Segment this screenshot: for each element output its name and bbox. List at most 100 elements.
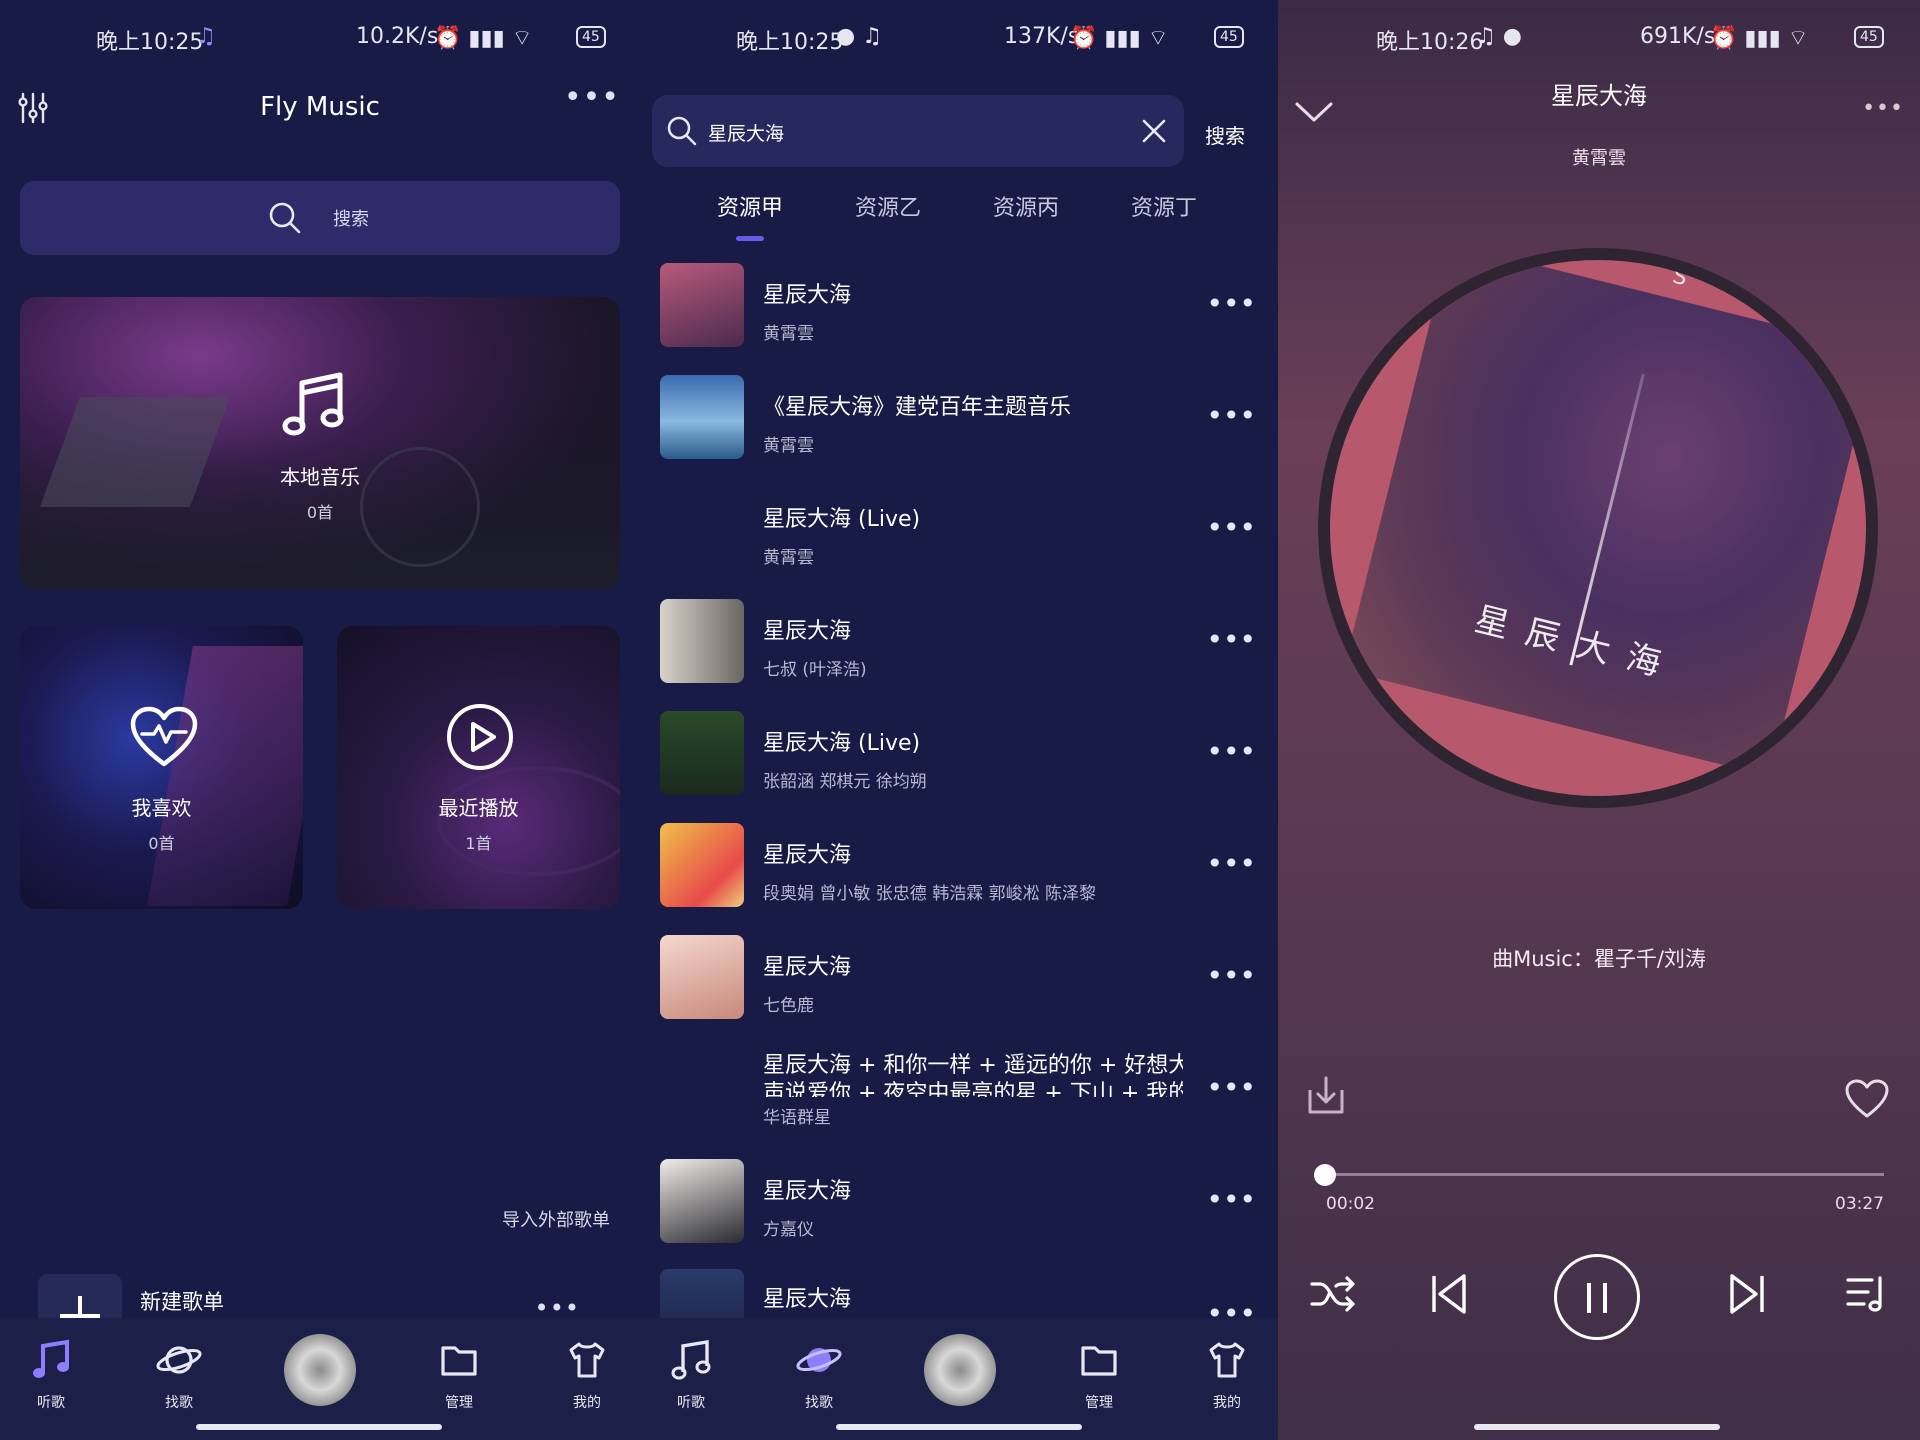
elapsed-time: 00:02 — [1326, 1194, 1375, 1214]
status-icons: ⏰ ▮▮▮ ⌔ — [1710, 26, 1809, 51]
list-item[interactable]: 星辰大海 + 和你一样 + 遥远的你 + 好想大 声说爱你 + 夜空中最亮的星 … — [640, 1047, 1278, 1159]
song-title: 星辰大海 — [763, 1179, 852, 1204]
nav-listen[interactable]: 听歌 — [646, 1338, 736, 1412]
song-title: 星辰大海 — [763, 843, 852, 868]
status-bar: 晚上10:25 ● ♫ 137K/s ⏰ ▮▮▮ ⌔ 45 — [640, 20, 1278, 56]
tab-source-b[interactable]: 资源乙 — [855, 190, 921, 222]
now-playing-disc[interactable] — [284, 1334, 356, 1406]
more-menu-icon[interactable]: ••• — [1862, 96, 1904, 121]
album-cover — [660, 1159, 744, 1243]
list-item[interactable]: 星辰大海 (Live) 张韶涵 郑棋元 徐均朔 ••• — [640, 711, 1278, 823]
progress-thumb[interactable] — [1313, 1164, 1336, 1186]
album-art-title: 星辰大海 — [1470, 599, 1683, 689]
tab-source-d[interactable]: 资源丁 — [1131, 190, 1197, 222]
list-item[interactable]: 星辰大海 七叔 (叶泽浩) ••• — [640, 599, 1278, 711]
play-circle-icon — [447, 704, 513, 770]
nav-discover[interactable]: 找歌 — [774, 1338, 864, 1412]
song-title: 星辰大海 — [763, 1287, 852, 1312]
pause-button[interactable] — [1554, 1254, 1640, 1340]
nav-listen-label: 听歌 — [37, 1395, 65, 1411]
heart-pulse-icon — [130, 706, 198, 767]
playlist-icon[interactable] — [1844, 1274, 1888, 1314]
nav-discover-label: 找歌 — [805, 1395, 833, 1411]
album-cover — [660, 711, 744, 795]
lyrics-credit: 曲Music：瞿子千/刘涛 — [1492, 947, 1706, 971]
list-item[interactable]: 星辰大海 段奥娟 曾小敏 张忠德 韩浩霖 郭峻凇 陈泽黎 ••• — [640, 823, 1278, 935]
nav-listen[interactable]: 听歌 — [6, 1338, 96, 1412]
battery-icon: 45 — [1854, 26, 1884, 48]
next-icon[interactable] — [1728, 1272, 1768, 1316]
more-icon[interactable]: ••• — [1206, 959, 1256, 992]
notification-icons: ♫ ● — [1476, 24, 1522, 49]
more-icon[interactable]: ••• — [1206, 399, 1256, 432]
tab-source-c[interactable]: 资源丙 — [993, 190, 1059, 222]
dj-mixer-image — [147, 646, 303, 906]
shuffle-icon[interactable] — [1308, 1272, 1356, 1316]
nav-listen-label: 听歌 — [677, 1395, 705, 1411]
search-bar[interactable]: 搜索 — [20, 181, 620, 255]
list-item[interactable]: 星辰大海 七色鹿 ••• — [640, 935, 1278, 1047]
tshirt-icon — [1209, 1342, 1245, 1378]
favorites-title: 我喜欢 — [131, 796, 192, 820]
more-icon[interactable]: ••• — [1206, 847, 1256, 880]
battery-icon: 45 — [576, 26, 606, 48]
list-item[interactable]: 星辰大海 方嘉仪 ••• — [640, 1159, 1278, 1271]
home-indicator — [836, 1424, 1082, 1430]
import-playlist-link[interactable]: 导入外部歌单 — [502, 1206, 610, 1232]
search-input[interactable]: 星辰大海 — [652, 95, 1184, 167]
heart-icon[interactable] — [1844, 1078, 1890, 1120]
progress-track[interactable] — [1318, 1173, 1884, 1176]
search-icon — [667, 116, 697, 146]
home-screen: 晚上10:25 ♫ 10.2K/s ⏰ ▮▮▮ ⌔ 45 Fly Music •… — [0, 0, 640, 1440]
tab-source-a[interactable]: 资源甲 — [717, 190, 783, 222]
list-item[interactable]: 星辰大海 (Live) 黄霄雲 ••• — [640, 487, 1278, 599]
notification-icons: ● ♫ — [836, 24, 882, 49]
list-item[interactable]: 星辰大海 黄霄雲 ••• — [640, 263, 1278, 375]
search-button[interactable]: 搜索 — [1205, 120, 1245, 149]
favorites-card[interactable]: 我喜欢 0首 — [20, 626, 303, 909]
more-icon[interactable]: ••• — [1206, 735, 1256, 768]
status-icons: ⏰ ▮▮▮ ⌔ — [1070, 26, 1169, 51]
nav-mine[interactable]: 我的 — [542, 1338, 632, 1412]
home-indicator — [196, 1424, 442, 1430]
status-bar: 晚上10:26 ♫ ● 691K/s ⏰ ▮▮▮ ⌔ 45 — [1278, 20, 1920, 56]
more-icon[interactable]: ••• — [1206, 1183, 1256, 1216]
nav-mine[interactable]: 我的 — [1182, 1338, 1272, 1412]
more-icon[interactable]: ••• — [1206, 1071, 1256, 1104]
list-item[interactable]: 《星辰大海》建党百年主题音乐 黄霄雲 ••• — [640, 375, 1278, 487]
album-cover — [660, 823, 744, 907]
now-playing-disc[interactable] — [924, 1334, 996, 1406]
song-artist: 七色鹿 — [763, 996, 814, 1016]
status-time: 晚上10:25 — [736, 30, 844, 55]
app-title: Fly Music — [260, 92, 380, 122]
nav-mine-label: 我的 — [573, 1395, 601, 1411]
app-notification-icon: ♫ — [196, 24, 216, 49]
song-artist: 华语群星 — [763, 1108, 831, 1128]
folder-icon — [441, 1346, 477, 1376]
nav-manage[interactable]: 管理 — [414, 1338, 504, 1412]
home-indicator — [1474, 1424, 1720, 1430]
status-time: 晚上10:26 — [1376, 30, 1484, 55]
favorites-count: 0首 — [148, 834, 175, 853]
more-icon[interactable]: ••• — [1206, 287, 1256, 320]
nav-discover[interactable]: 找歌 — [134, 1338, 224, 1412]
album-cover — [660, 263, 744, 347]
vinyl-image — [437, 766, 620, 876]
recent-played-card[interactable]: 最近播放 1首 — [337, 626, 620, 909]
nav-discover-label: 找歌 — [165, 1395, 193, 1411]
song-artist: 七叔 (叶泽浩) — [763, 660, 867, 680]
music-note-icon — [33, 1339, 69, 1378]
clear-icon[interactable] — [1142, 119, 1166, 143]
more-icon[interactable]: ••• — [1206, 623, 1256, 656]
status-icons: ⏰ ▮▮▮ ⌔ — [434, 26, 533, 51]
more-menu-icon[interactable]: ••• — [564, 80, 620, 115]
download-icon[interactable] — [1304, 1074, 1348, 1118]
previous-icon[interactable] — [1428, 1272, 1468, 1316]
song-title-line2: 声说爱你 + 夜空中最亮的星 + 下山 + 我的 — [763, 1081, 1183, 1097]
local-music-card[interactable]: 本地音乐 0首 — [20, 297, 620, 589]
more-icon[interactable]: ••• — [1206, 511, 1256, 544]
nav-manage[interactable]: 管理 — [1054, 1338, 1144, 1412]
app-header: Fly Music ••• — [0, 80, 640, 128]
pause-icon — [1587, 1283, 1591, 1313]
artist-name: 黄霄雲 — [1572, 148, 1626, 169]
